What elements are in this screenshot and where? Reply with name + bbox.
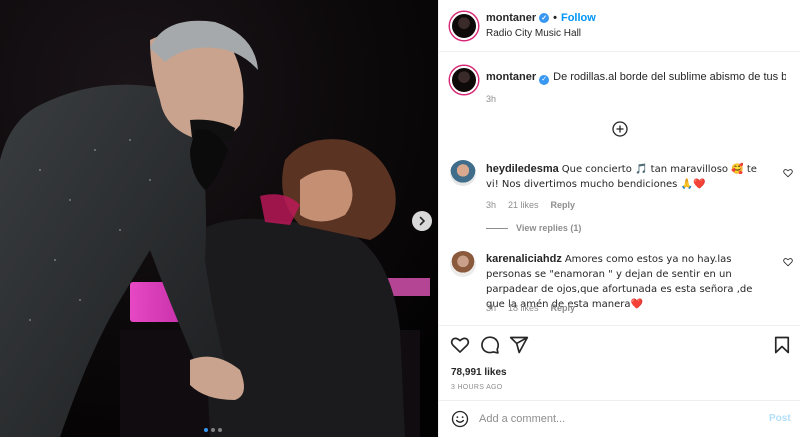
add-comment-bar: Post bbox=[439, 400, 800, 437]
comment-username[interactable]: heydiledesma bbox=[486, 163, 559, 175]
carousel-dot-active bbox=[204, 428, 208, 432]
comment-likes[interactable]: 21 likes bbox=[508, 200, 539, 210]
smiley-icon[interactable] bbox=[451, 410, 469, 428]
reply-button[interactable]: Reply bbox=[551, 303, 576, 313]
heart-icon[interactable] bbox=[783, 168, 793, 178]
carousel-dot bbox=[211, 428, 215, 432]
post-side-panel: montaner ✓ • Follow Radio City Music Hal… bbox=[438, 0, 800, 437]
post-photo[interactable] bbox=[0, 0, 438, 437]
avatar[interactable] bbox=[450, 160, 476, 186]
comment-icon[interactable] bbox=[480, 335, 500, 355]
verified-badge-icon: ✓ bbox=[539, 13, 550, 23]
avatar[interactable] bbox=[450, 251, 476, 277]
caption-text-line: montaner ✓ De rodillas.al borde del sublim… bbox=[486, 70, 786, 85]
replies-divider bbox=[486, 227, 508, 229]
plus-circle-icon[interactable] bbox=[612, 121, 628, 137]
comment-input[interactable] bbox=[479, 410, 749, 428]
chevron-right-icon bbox=[419, 216, 426, 226]
comment-meta: 3h 18 likes Reply bbox=[486, 303, 575, 313]
bookmark-icon[interactable] bbox=[772, 335, 792, 355]
post-button[interactable]: Post bbox=[769, 413, 791, 424]
avatar[interactable] bbox=[450, 12, 478, 40]
separator-dot: • bbox=[553, 12, 557, 24]
caption-text: De rodillas.al borde del sublime abismo … bbox=[553, 71, 786, 83]
concert-photo-image bbox=[0, 0, 438, 437]
view-replies-label: View replies (1) bbox=[516, 223, 582, 233]
avatar[interactable] bbox=[450, 66, 478, 94]
carousel-dot bbox=[218, 428, 222, 432]
location-link[interactable]: Radio City Music Hall bbox=[486, 28, 581, 39]
comment-body: heydiledesma Que concierto 🎵 tan maravill… bbox=[486, 162, 771, 192]
paper-plane-icon[interactable] bbox=[509, 335, 529, 355]
carousel-indicator bbox=[204, 428, 222, 432]
verified-badge-icon: ✓ bbox=[539, 74, 550, 85]
follow-button[interactable]: Follow bbox=[561, 12, 596, 24]
comment-username[interactable]: karenaliciahdz bbox=[486, 253, 562, 265]
caption-timestamp: 3h bbox=[486, 94, 497, 104]
post-timestamp: 3 HOURS AGO bbox=[451, 384, 503, 391]
author-username[interactable]: montaner bbox=[486, 12, 536, 24]
author-line: montaner ✓ • Follow bbox=[486, 12, 596, 24]
heart-icon[interactable] bbox=[783, 257, 793, 267]
caption-username[interactable]: montaner bbox=[486, 71, 536, 83]
view-replies-button[interactable]: View replies (1) bbox=[486, 223, 581, 233]
comment-likes[interactable]: 18 likes bbox=[508, 303, 539, 313]
next-slide-button[interactable] bbox=[412, 211, 432, 231]
comment-timestamp: 3h bbox=[486, 200, 497, 210]
instagram-post-view: montaner ✓ • Follow Radio City Music Hal… bbox=[0, 0, 800, 437]
heart-icon[interactable] bbox=[450, 335, 470, 355]
reply-button[interactable]: Reply bbox=[551, 200, 576, 210]
likes-count[interactable]: 78,991 likes bbox=[451, 367, 507, 378]
post-header: montaner ✓ • Follow Radio City Music Hal… bbox=[439, 0, 800, 52]
comment-meta: 3h 21 likes Reply bbox=[486, 200, 575, 210]
comment-timestamp: 3h bbox=[486, 303, 497, 313]
